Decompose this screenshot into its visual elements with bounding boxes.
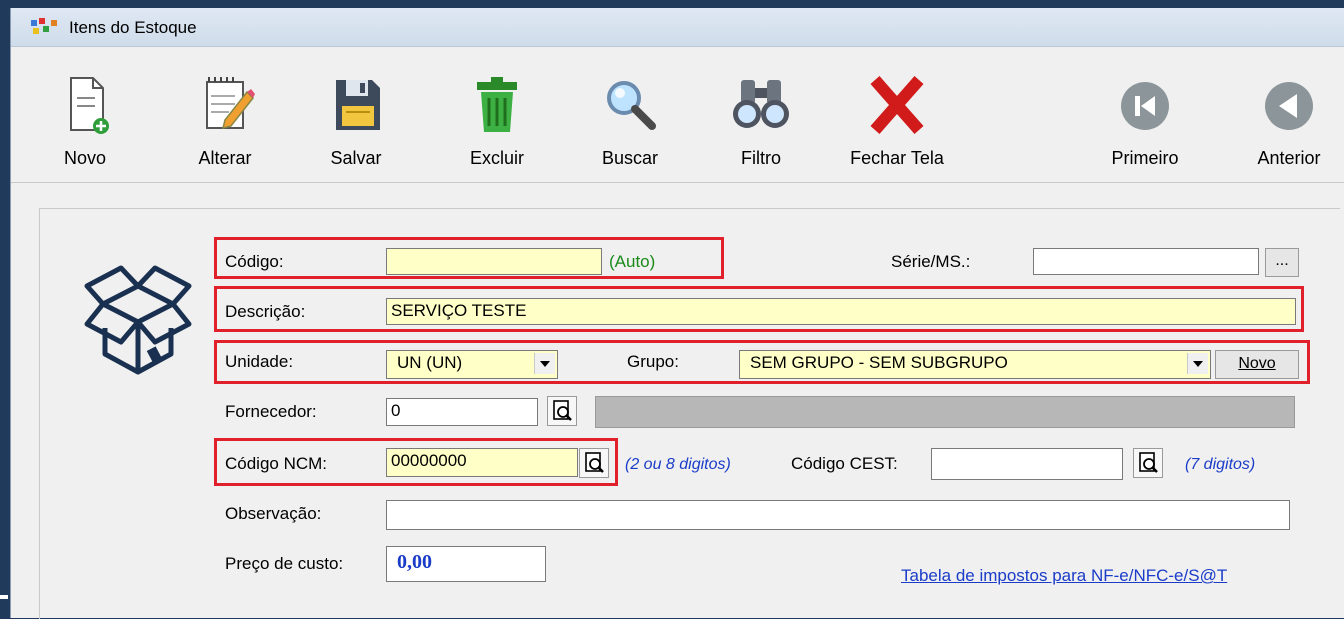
preco-custo-label: Preço de custo: — [225, 554, 344, 573]
cest-label: Código CEST: — [791, 454, 898, 473]
descricao-label: Descrição: — [225, 302, 306, 321]
primeiro-label: Primeiro — [1111, 148, 1179, 168]
ncm-label: Código NCM: — [225, 454, 328, 473]
salvar-button[interactable]: Salvar — [323, 78, 389, 188]
buscar-label: Buscar — [601, 148, 659, 168]
unidade-selected: UN (UN) — [397, 353, 463, 372]
grupo-label: Grupo: — [627, 352, 679, 371]
novo-button[interactable]: Novo — [55, 77, 115, 188]
app-icon — [31, 18, 57, 34]
main-window: Itens do Estoque Novo Alterar Salvar Exc… — [10, 8, 1344, 619]
observacao-input[interactable] — [386, 500, 1290, 530]
excluir-label: Excluir — [469, 148, 524, 168]
previous-record-icon — [1265, 82, 1313, 130]
salvar-label: Salvar — [330, 148, 382, 168]
buscar-button[interactable]: Buscar — [595, 78, 665, 188]
alterar-button[interactable]: Alterar — [189, 77, 261, 188]
novo-label: Novo — [63, 148, 107, 168]
ncm-lookup-button[interactable] — [579, 448, 609, 478]
fornecedor-input[interactable]: 0 — [386, 398, 538, 426]
first-record-icon — [1121, 82, 1169, 130]
fornecedor-lookup-button[interactable] — [547, 396, 577, 426]
toolbar: Novo Alterar Salvar Excluir Buscar Filtr… — [11, 48, 1344, 183]
trash-can-icon — [477, 77, 517, 132]
window-title: Itens do Estoque — [69, 18, 197, 37]
product-box-icon — [84, 265, 192, 375]
document-search-icon — [585, 452, 604, 473]
cest-lookup-button[interactable] — [1133, 448, 1163, 478]
binoculars-icon — [733, 80, 789, 128]
grupo-selected: SEM GRUPO - SEM SUBGRUPO — [750, 353, 1008, 372]
title-bar: Itens do Estoque — [11, 8, 1344, 47]
grupo-novo-button[interactable]: Novo — [1215, 350, 1299, 379]
close-x-icon — [870, 76, 924, 134]
chevron-down-icon[interactable] — [534, 353, 555, 374]
anterior-label: Anterior — [1257, 148, 1321, 168]
tabela-impostos-link[interactable]: Tabela de impostos para NF-e/NFC-e/S@T — [901, 566, 1227, 586]
preco-custo-input[interactable]: 0,00 — [386, 546, 546, 582]
fechar-tela-button[interactable]: Fechar Tela — [837, 76, 957, 188]
document-search-icon — [1139, 452, 1158, 473]
grupo-select[interactable]: SEM GRUPO - SEM SUBGRUPO — [739, 350, 1211, 379]
serie-input[interactable] — [1033, 248, 1259, 275]
desktop-edge-marker — [0, 595, 8, 599]
unidade-select[interactable]: UN (UN) — [386, 350, 558, 379]
descricao-input[interactable]: SERVIÇO TESTE — [386, 298, 1296, 325]
ncm-input[interactable]: 00000000 — [386, 448, 578, 477]
serie-label: Série/MS.: — [891, 252, 971, 271]
primeiro-button[interactable]: Primeiro — [1105, 78, 1185, 188]
ncm-digits-hint: (2 ou 8 digitos) — [625, 456, 731, 473]
filtro-button[interactable]: Filtro — [731, 78, 791, 188]
chevron-down-icon[interactable] — [1187, 353, 1208, 374]
excluir-button[interactable]: Excluir — [463, 77, 531, 188]
cest-digits-hint: (7 digitos) — [1185, 456, 1256, 473]
fechar-tela-label: Fechar Tela — [850, 148, 944, 168]
codigo-auto-hint: (Auto) — [609, 252, 656, 271]
filtro-label: Filtro — [741, 148, 781, 168]
fornecedor-label: Fornecedor: — [225, 402, 317, 421]
observacao-label: Observação: — [225, 504, 322, 523]
codigo-label: Código: — [225, 252, 284, 271]
unidade-label: Unidade: — [225, 352, 294, 371]
edit-notepad-icon — [206, 77, 255, 130]
save-floppy-icon — [336, 80, 380, 130]
magnifier-icon — [607, 81, 656, 130]
serie-browse-button[interactable]: ... — [1265, 248, 1299, 277]
document-search-icon — [553, 400, 572, 421]
anterior-button[interactable]: Anterior — [1247, 78, 1331, 188]
cest-input[interactable] — [931, 448, 1123, 480]
alterar-label: Alterar — [198, 148, 252, 168]
fornecedor-name-display — [595, 396, 1295, 428]
new-document-icon — [70, 77, 109, 134]
codigo-input[interactable] — [386, 248, 602, 275]
